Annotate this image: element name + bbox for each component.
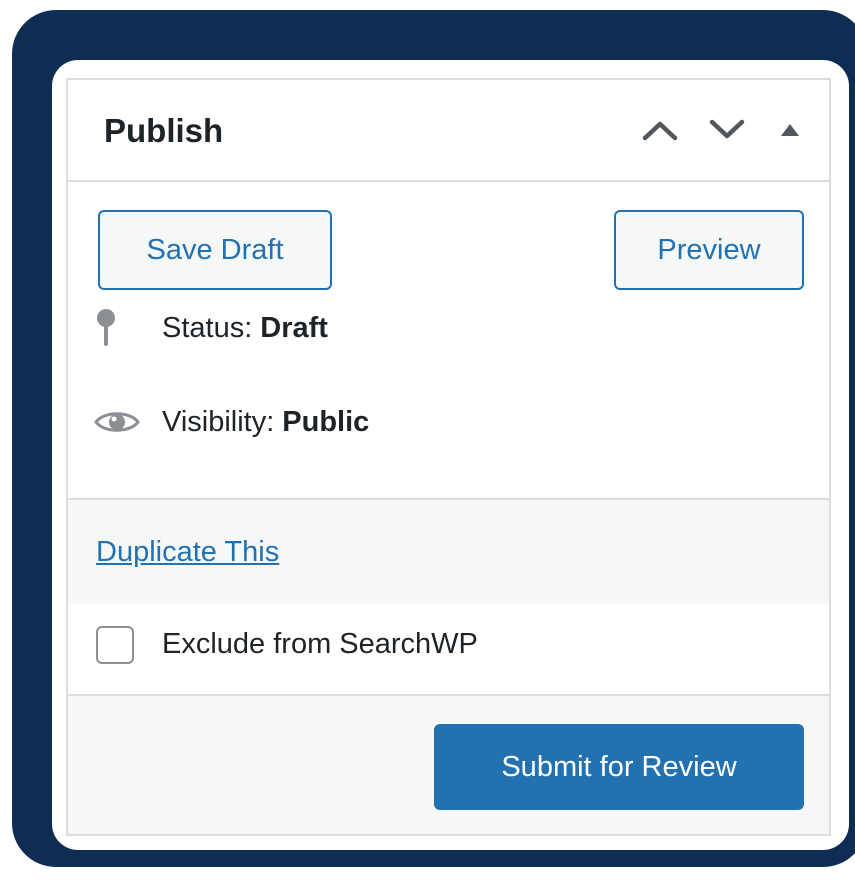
preview-button[interactable]: Preview	[614, 210, 804, 290]
eye-icon	[94, 408, 144, 436]
pin-icon	[94, 308, 144, 348]
status-row: Status: Draft	[94, 306, 328, 350]
outer-frame: Publish Save Draft Preview Status: Draft…	[12, 10, 855, 867]
visibility-label: Visibility:	[162, 405, 275, 438]
visibility-row: Visibility: Public	[94, 400, 369, 444]
submit-for-review-button[interactable]: Submit for Review	[434, 724, 804, 810]
triangle-up-icon[interactable]	[768, 108, 812, 152]
minor-publishing-section: Save Draft Preview Status: Draft Visibil…	[68, 182, 829, 500]
exclude-searchwp-checkbox[interactable]	[96, 626, 134, 664]
chevron-down-icon[interactable]	[705, 108, 749, 152]
publish-panel: Publish Save Draft Preview Status: Draft…	[66, 78, 831, 836]
panel-title: Publish	[104, 112, 224, 149]
visibility-value: Public	[282, 405, 370, 438]
duplicate-section: Duplicate This	[68, 500, 829, 604]
status-label: Status:	[162, 311, 253, 344]
status-value: Draft	[260, 311, 328, 344]
inner-card: Publish Save Draft Preview Status: Draft…	[52, 60, 849, 850]
panel-header: Publish	[68, 80, 829, 182]
chevron-up-icon[interactable]	[638, 108, 682, 152]
exclude-searchwp-label[interactable]: Exclude from SearchWP	[162, 628, 478, 661]
save-draft-button[interactable]: Save Draft	[98, 210, 332, 290]
exclude-section: Exclude from SearchWP	[68, 604, 829, 696]
duplicate-this-link[interactable]: Duplicate This	[96, 536, 279, 569]
